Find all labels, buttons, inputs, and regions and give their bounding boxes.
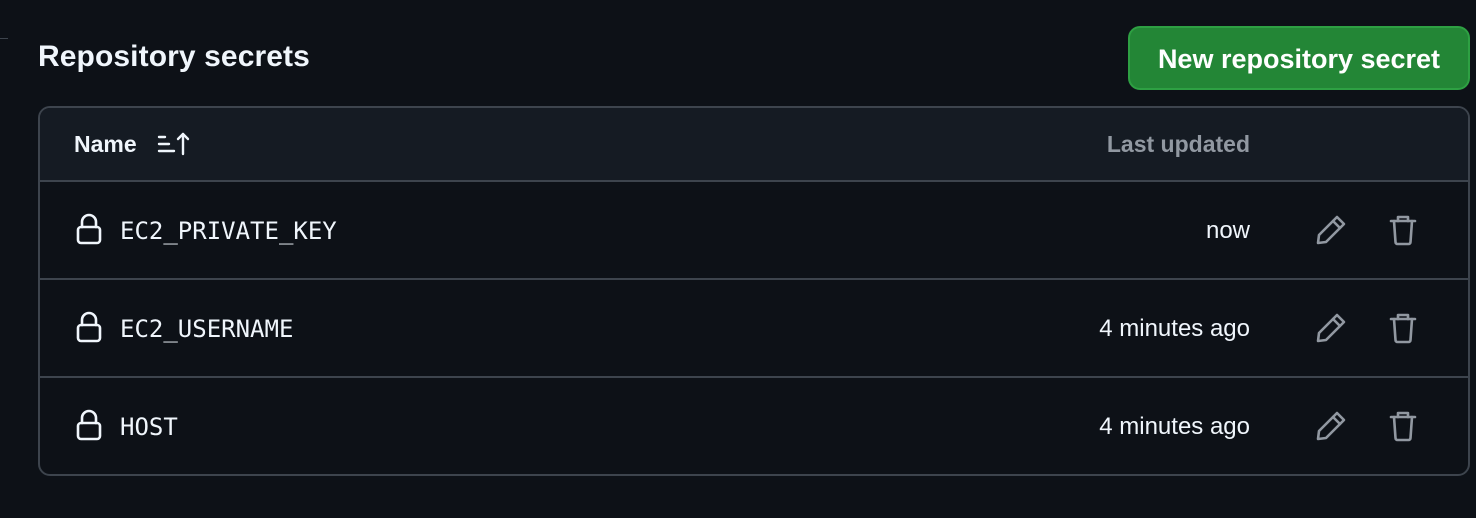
secrets-table: Name Last updated EC2_PRIVATE_KEY now EC… bbox=[38, 106, 1470, 476]
lock-icon bbox=[76, 409, 102, 441]
edit-secret-button[interactable] bbox=[1312, 407, 1350, 445]
trash-icon bbox=[1389, 411, 1417, 442]
pencil-icon bbox=[1316, 411, 1346, 441]
new-repository-secret-button[interactable]: New repository secret bbox=[1128, 26, 1470, 90]
pencil-icon bbox=[1316, 313, 1346, 343]
lock-icon bbox=[76, 311, 102, 343]
delete-secret-button[interactable] bbox=[1384, 407, 1422, 445]
trash-icon bbox=[1389, 313, 1417, 344]
name-column-label: Name bbox=[74, 130, 137, 157]
table-header: Name Last updated bbox=[40, 108, 1468, 182]
name-column-header[interactable]: Name bbox=[74, 108, 191, 180]
edge-divider bbox=[0, 38, 8, 39]
table-row: HOST 4 minutes ago bbox=[40, 378, 1468, 474]
lock-icon bbox=[76, 213, 102, 245]
secret-name: EC2_PRIVATE_KEY bbox=[120, 217, 337, 245]
last-updated-column-header: Last updated bbox=[1106, 131, 1250, 157]
edit-secret-button[interactable] bbox=[1312, 309, 1350, 347]
secrets-header: Repository secrets New repository secret bbox=[38, 26, 1470, 90]
edit-secret-button[interactable] bbox=[1312, 211, 1350, 249]
delete-secret-button[interactable] bbox=[1384, 309, 1422, 347]
secret-name: HOST bbox=[120, 413, 178, 441]
pencil-icon bbox=[1316, 215, 1346, 245]
secret-last-updated: now bbox=[1205, 217, 1250, 244]
table-row: EC2_PRIVATE_KEY now bbox=[40, 182, 1468, 280]
secrets-page: Repository secrets New repository secret… bbox=[0, 0, 1476, 518]
trash-icon bbox=[1389, 215, 1417, 246]
delete-secret-button[interactable] bbox=[1384, 211, 1422, 249]
secret-last-updated: 4 minutes ago bbox=[1099, 413, 1250, 440]
sort-ascending-icon bbox=[157, 131, 191, 157]
table-row: EC2_USERNAME 4 minutes ago bbox=[40, 280, 1468, 378]
section-title: Repository secrets bbox=[38, 40, 310, 73]
secret-name: EC2_USERNAME bbox=[120, 315, 294, 343]
secret-last-updated: 4 minutes ago bbox=[1099, 315, 1250, 342]
